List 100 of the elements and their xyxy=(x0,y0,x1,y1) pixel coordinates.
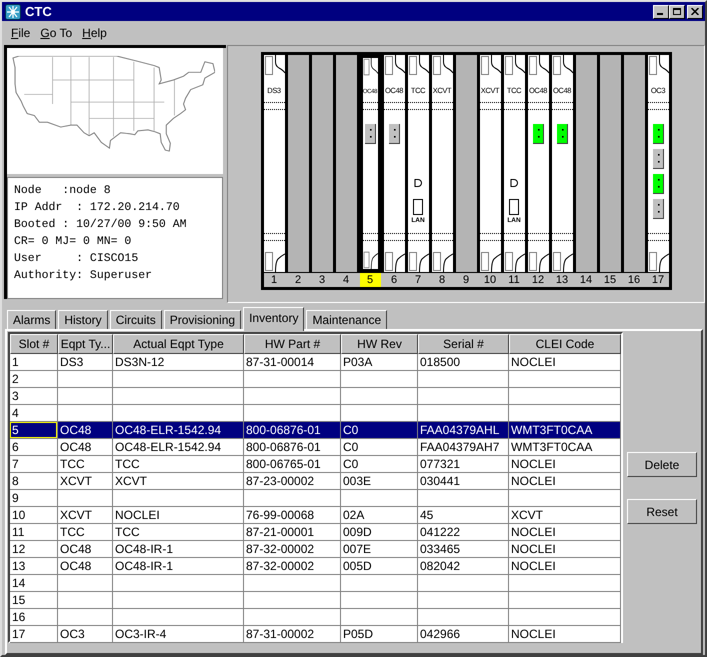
table-row[interactable]: 9 xyxy=(10,490,621,507)
latch-icon xyxy=(384,250,404,272)
table-row[interactable]: 13 OC48 OC48-IR-1 87-32-00002 005D 082042 NOCLEI xyxy=(10,558,621,575)
table-row[interactable]: 4 xyxy=(10,405,621,422)
latch-icon xyxy=(264,55,284,77)
column-header[interactable]: Slot # xyxy=(10,334,58,354)
tab[interactable]: Provisioning xyxy=(164,310,242,329)
menu-item[interactable]: Go To xyxy=(35,24,78,42)
minimize-button[interactable] xyxy=(653,4,669,18)
tab[interactable]: Maintenance xyxy=(306,310,388,329)
menu-item[interactable]: Help xyxy=(77,24,112,42)
slot-number[interactable]: 8 xyxy=(432,273,452,287)
latch-icon xyxy=(552,55,572,77)
empty-slot[interactable] xyxy=(312,55,332,272)
lan-port-icon xyxy=(412,199,423,215)
empty-slot[interactable] xyxy=(456,55,476,272)
table-row[interactable]: 6 OC48 OC48-ELR-1542.94 800-06876-01 C0 FAA04379AH7 WMT3FT0CAA xyxy=(10,439,621,456)
info-line: Booted : 10/27/00 9:50 AM xyxy=(14,217,187,233)
empty-slot[interactable] xyxy=(336,55,356,272)
empty-slot[interactable] xyxy=(576,55,596,272)
latch-icon xyxy=(504,250,524,272)
latch-icon xyxy=(648,250,668,272)
lan-port-icon xyxy=(508,199,519,215)
slot-number[interactable]: 11 xyxy=(504,273,524,287)
slot-number[interactable]: 7 xyxy=(408,273,428,287)
table-row[interactable]: 15 xyxy=(10,592,621,609)
latch-icon xyxy=(408,250,428,272)
column-header[interactable]: Serial # xyxy=(418,334,509,354)
tab[interactable]: Circuits xyxy=(110,310,162,329)
reset-button[interactable]: Reset xyxy=(627,499,697,524)
table-cell: 87-31-00002 xyxy=(244,626,341,643)
window-title: CTC xyxy=(25,4,53,19)
latch-icon xyxy=(480,250,500,272)
close-button[interactable] xyxy=(687,4,703,18)
table-cell: 5 xyxy=(10,422,58,439)
info-line: CR= 0 MJ= 0 MN= 0 xyxy=(14,234,132,250)
slot-number[interactable]: 16 xyxy=(624,273,644,287)
maximize-icon xyxy=(673,8,681,15)
slot-number[interactable]: 12 xyxy=(528,273,548,287)
slot-number[interactable]: 6 xyxy=(384,273,404,287)
table-row[interactable]: 10 XCVT NOCLEI 76-99-00068 02A 45 XCVT xyxy=(10,507,621,524)
table-row[interactable]: 17 OC3 OC3-IR-4 87-31-00002 P05D 042966 NOCLEI xyxy=(10,626,621,643)
table-row[interactable]: 7 TCC TCC 800-06765-01 C0 077321 NOCLEI xyxy=(10,456,621,473)
slot-number[interactable]: 17 xyxy=(648,273,668,287)
table-row[interactable]: 14 xyxy=(10,575,621,592)
table-row[interactable]: 1 DS3 DS3N-12 87-31-00014 P03A 018500 NOCLEI xyxy=(10,354,621,371)
indicator-icon xyxy=(510,179,518,187)
delete-button[interactable]: Delete xyxy=(627,452,697,477)
latch-icon xyxy=(408,55,428,77)
latch-icon xyxy=(384,55,404,77)
latch-icon xyxy=(362,58,378,77)
table-cell: 17 xyxy=(10,626,58,643)
maximize-button[interactable] xyxy=(669,4,685,18)
slot-number[interactable]: 4 xyxy=(336,273,356,287)
close-icon xyxy=(691,8,699,15)
info-line: Authority: Superuser xyxy=(14,268,152,284)
slot-number[interactable]: 3 xyxy=(312,273,332,287)
latch-icon xyxy=(528,55,548,77)
info-line: IP Addr : 172.20.214.70 xyxy=(14,200,180,216)
empty-slot[interactable] xyxy=(624,55,644,272)
table-cell: 4 xyxy=(10,405,58,422)
latch-icon xyxy=(432,250,452,272)
empty-slot[interactable] xyxy=(288,55,308,272)
column-header[interactable]: Actual Eqpt Type xyxy=(113,334,244,354)
column-header[interactable]: Eqpt Ty... xyxy=(58,334,113,354)
tab[interactable]: Inventory xyxy=(243,307,304,331)
slot-number[interactable]: 10 xyxy=(480,273,500,287)
table-cell: P05D xyxy=(341,626,418,643)
latch-icon xyxy=(552,250,572,272)
slot-number[interactable]: 2 xyxy=(288,273,308,287)
table-row[interactable]: 2 xyxy=(10,371,621,388)
menu-item[interactable]: File xyxy=(6,24,36,42)
tab[interactable]: Alarms xyxy=(7,310,56,329)
column-header[interactable]: CLEI Code xyxy=(509,334,621,354)
slot-number[interactable]: 15 xyxy=(600,273,620,287)
latch-icon xyxy=(648,55,668,77)
slot-number[interactable]: 9 xyxy=(456,273,476,287)
table-row[interactable]: 5 OC48 OC48-ELR-1542.94 800-06876-01 C0 FAA04379AHL WMT3FT0CAA xyxy=(10,422,621,439)
empty-slot[interactable] xyxy=(600,55,620,272)
table-row[interactable]: 11 TCC TCC 87-21-00001 009D 041222 NOCLEI xyxy=(10,524,621,541)
table-cell: 042966 xyxy=(418,626,509,643)
slot-number[interactable]: 14 xyxy=(576,273,596,287)
column-header[interactable]: HW Rev xyxy=(341,334,418,354)
tab[interactable]: History xyxy=(58,310,108,329)
info-line: Node :node 8 xyxy=(14,183,111,199)
column-header[interactable]: HW Part # xyxy=(244,334,341,354)
table-cell: OC3-IR-4 xyxy=(113,626,244,643)
table-row[interactable]: 16 xyxy=(10,609,621,626)
table-cell: OC3 xyxy=(58,626,113,643)
table-row[interactable]: 12 OC48 OC48-IR-1 87-32-00002 007E 033465 NOCLEI xyxy=(10,541,621,558)
slot-number[interactable]: 1 xyxy=(264,273,284,287)
app-icon xyxy=(5,4,21,20)
table-row[interactable]: 8 XCVT XCVT 87-23-00002 003E 030441 NOCLEI xyxy=(10,473,621,490)
latch-icon xyxy=(528,250,548,272)
latch-icon xyxy=(362,250,378,269)
slot-number[interactable]: 13 xyxy=(552,273,572,287)
indicator-icon xyxy=(414,179,422,187)
table-row[interactable]: 3 xyxy=(10,388,621,405)
table-cell: NOCLEI xyxy=(509,626,621,643)
slot-number[interactable]: 5 xyxy=(360,273,380,287)
